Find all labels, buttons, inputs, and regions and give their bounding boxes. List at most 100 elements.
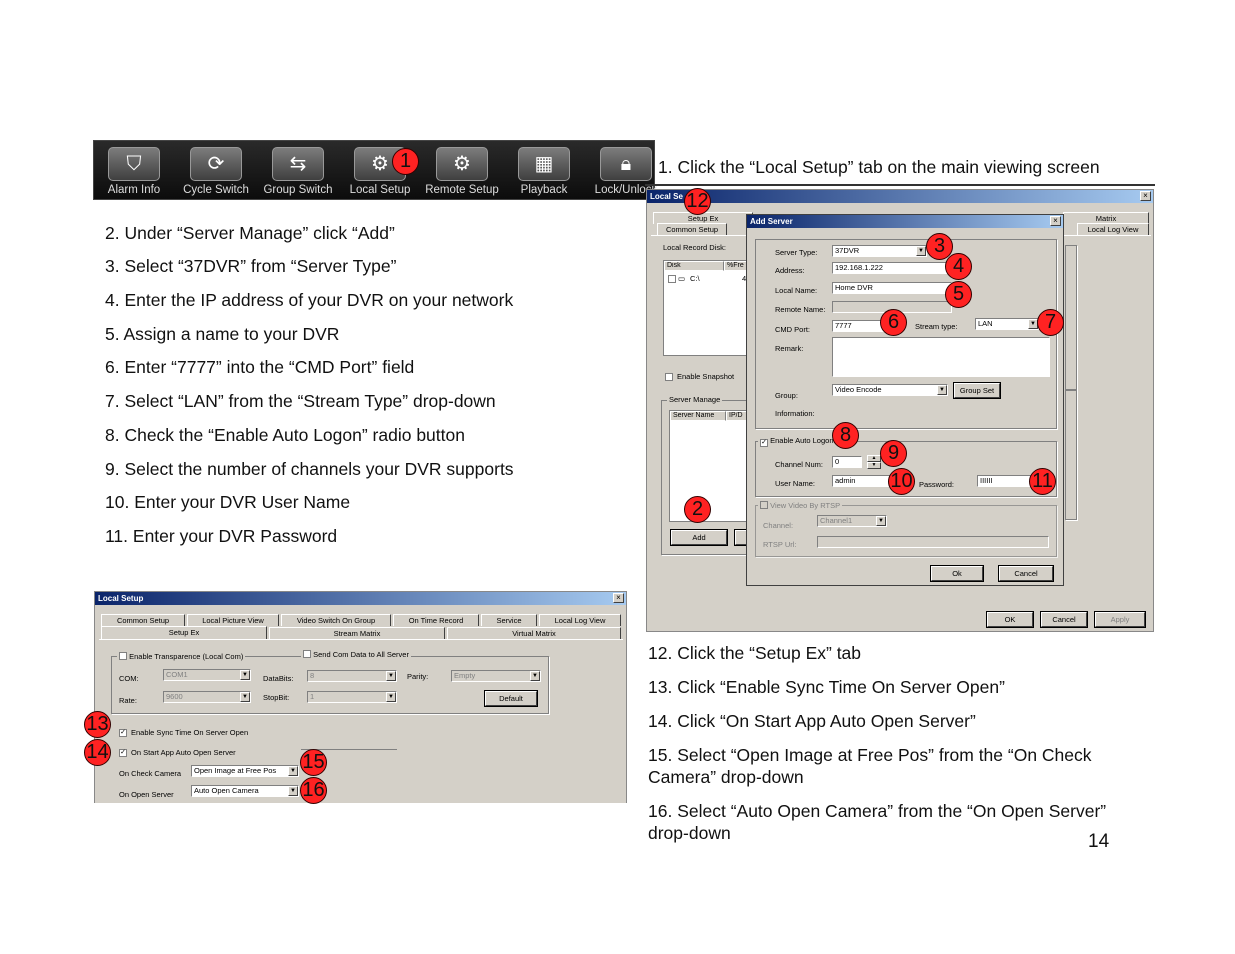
enable-snapshot-checkbox[interactable] [665,373,673,381]
group-switch-button[interactable]: ⇆ Group Switch [258,145,338,197]
channel-select[interactable]: Channel1 ▼ [817,515,887,527]
step-14-text: 14. Click “On Start App Auto Open Server… [648,711,976,731]
step-marker-5: 5 [945,281,972,308]
shield-icon: ⛉ [108,147,160,181]
default-button[interactable]: Default [484,690,538,707]
tab-setup-ex[interactable]: Setup Ex [101,626,267,639]
chevron-down-icon: ▼ [386,671,396,681]
rate-select[interactable]: 9600 ▼ [163,691,251,703]
step-15-text: 15. Select “Open Image at Free Pos” from… [648,745,1092,787]
step-marker-2: 2 [684,496,711,523]
step-2-text: 2. Under “Server Manage” click “Add” [105,223,395,243]
spin-down-icon[interactable]: ▼ [867,462,881,469]
step-marker-6: 6 [880,309,907,336]
close-icon[interactable]: × [613,593,624,603]
chevron-down-icon: ▼ [876,516,886,526]
window-title: Local Setup [95,592,626,605]
cycle-switch-button[interactable]: ⟳ Cycle Switch [176,145,256,197]
add-server-title: Add Server [747,215,1063,228]
remote-setup-button[interactable]: ⚙ Remote Setup [422,145,502,197]
com-select[interactable]: COM1 ▼ [163,669,251,681]
group-set-button[interactable]: Group Set [953,382,1001,399]
local-setup-window-bottom: Local Setup × Common Setup Local Picture… [94,591,627,803]
add-server-dialog: Add Server × Server Type: 37DVR ▼ Address… [746,214,1064,586]
tab-service[interactable]: Service [481,614,537,626]
address-field[interactable]: 192.168.1.222 [832,262,952,274]
serial-settings-group [111,656,549,714]
tab-on-time-record[interactable]: On Time Record [393,614,479,626]
apply-button[interactable]: Apply [1094,611,1146,628]
page-number: 14 [1088,831,1110,852]
stopbit-select[interactable]: 1 ▼ [307,691,397,703]
step-6-text: 6. Enter “7777” into the “CMD Port” fiel… [105,357,415,377]
step-12-text: 12. Click the “Setup Ex” tab [648,643,862,663]
enable-transparence-checkbox[interactable] [119,652,127,660]
step-marker-13: 13 [84,711,111,738]
chevron-down-icon: ▼ [916,246,926,256]
on-check-camera-select[interactable]: Open Image at Free Pos ▼ [191,765,299,777]
enable-auto-logon-checkbox[interactable]: ✓ [760,439,768,447]
close-icon[interactable]: × [1050,216,1061,226]
window-title: Local Se [647,190,1153,203]
close-icon[interactable]: × [1140,191,1151,201]
tab-local-picture-view[interactable]: Local Picture View [187,614,279,626]
chevron-down-icon: ▼ [240,670,250,680]
tab-virtual-matrix[interactable]: Virtual Matrix [447,627,621,639]
step-marker-16: 16 [300,777,327,804]
view-video-checkbox[interactable] [760,501,768,509]
tab-video-switch[interactable]: Video Switch On Group [281,614,391,626]
cancel-button[interactable]: Cancel [1040,611,1088,628]
local-name-field[interactable]: Home DVR [832,282,952,294]
chevron-down-icon: ▼ [386,692,396,702]
chevron-down-icon: ▼ [240,692,250,702]
disk-checkbox[interactable] [668,275,676,283]
step-marker-10: 10 [888,468,915,495]
tab-common-setup[interactable]: Common Setup [101,614,185,626]
tab-local-log-view[interactable]: Local Log View [1077,223,1149,235]
rtsp-group [755,505,1057,557]
stream-type-select[interactable]: LAN ▼ [975,318,1039,330]
cancel-button[interactable]: Cancel [998,565,1054,582]
parity-select[interactable]: Empty ▼ [451,670,541,682]
send-com-checkbox[interactable] [303,650,311,658]
step-4-text: 4. Enter the IP address of your DVR on y… [105,290,514,310]
on-open-server-select[interactable]: Auto Open Camera ▼ [191,785,299,797]
group-switch-icon: ⇆ [272,147,324,181]
tab-common-setup[interactable]: Common Setup [657,223,727,235]
chevron-down-icon: ▼ [288,786,298,796]
ok-button[interactable]: OK [986,611,1034,628]
ok-button[interactable]: Ok [930,565,984,582]
tab-local-log-view[interactable]: Local Log View [539,614,621,626]
group-select[interactable]: Video Encode ▼ [832,384,948,396]
remote-gear-icon: ⚙ [436,147,488,181]
password-field[interactable]: IIIIII [977,475,1033,487]
add-server-button[interactable]: Add [670,529,728,546]
step-marker-11: 11 [1029,468,1056,495]
step-13-text: 13. Click “Enable Sync Time On Server Op… [648,677,1005,697]
step-1-text: 1. Click the “Local Setup” tab on the ma… [658,157,1100,177]
playback-button[interactable]: ▦ Playback [504,145,584,197]
tab-stream-matrix[interactable]: Stream Matrix [269,627,445,639]
rtsp-url-field[interactable] [817,536,1049,548]
databits-select[interactable]: 8 ▼ [307,670,397,682]
channel-num-field[interactable]: 0 [832,456,862,468]
remark-field[interactable] [832,337,1050,377]
local-record-disk-label: Local Record Disk: [663,243,726,252]
step-marker-4: 4 [945,253,972,280]
alarm-info-button[interactable]: ⛉ Alarm Info [94,145,174,197]
step-marker-7: 7 [1037,309,1064,336]
disk-list[interactable]: Disk %Fre ▭ C:\ 49.64 [663,260,761,356]
spin-up-icon[interactable]: ▲ [867,455,881,462]
step-3-text: 3. Select “37DVR” from “Server Type” [105,256,397,276]
main-toolbar: ⛉ Alarm Info ⟳ Cycle Switch ⇆ Group Swit… [93,140,657,200]
step-marker-15: 15 [300,749,327,776]
drive-icon: ▭ [678,274,686,283]
user-name-field[interactable]: admin [832,475,892,487]
server-type-select[interactable]: 37DVR ▼ [832,245,927,257]
step-marker-1: 1 [392,148,419,175]
on-start-app-checkbox[interactable]: ✓ [119,749,127,757]
enable-sync-checkbox[interactable]: ✓ [119,729,127,737]
server-list[interactable]: Server Name IP/D [669,410,754,522]
divider-line [645,184,1155,186]
chevron-down-icon: ▼ [937,385,947,395]
